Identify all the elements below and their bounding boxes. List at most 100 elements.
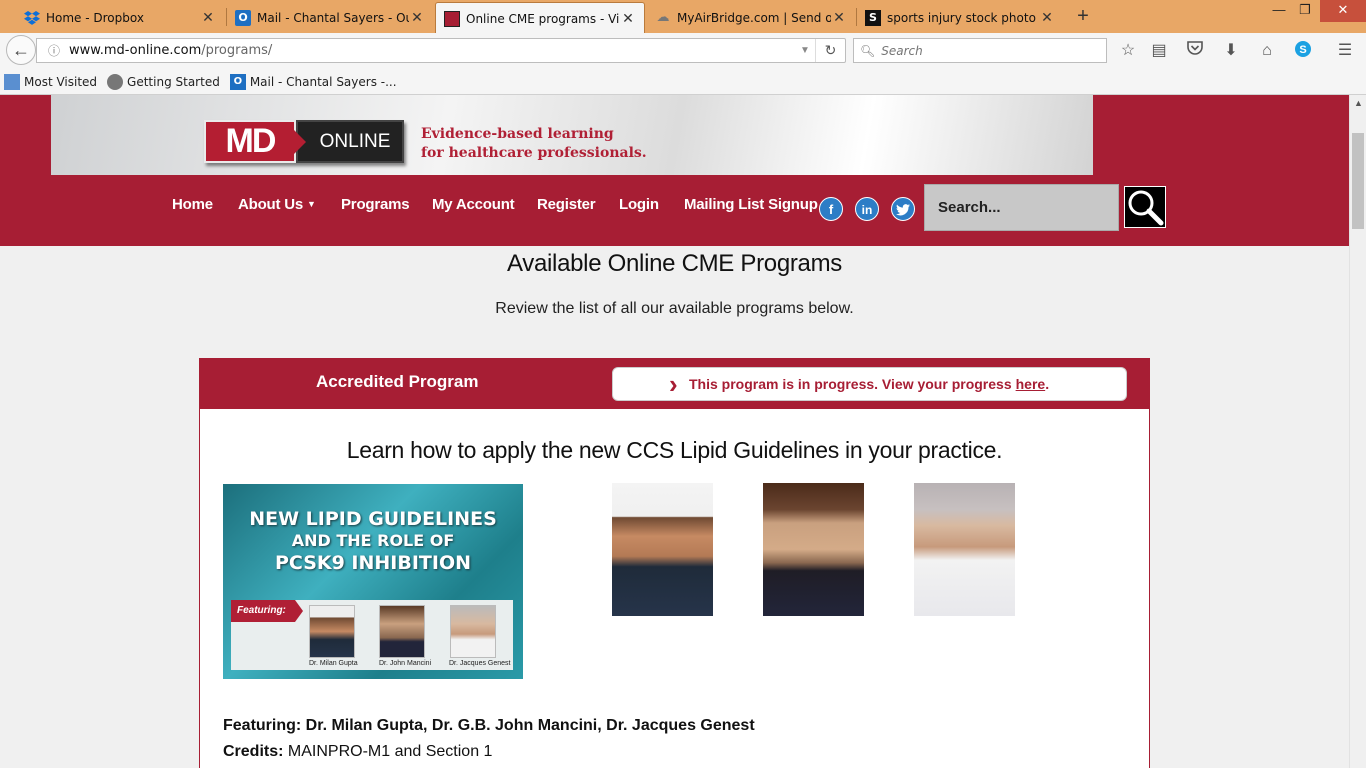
pocket-icon[interactable]: [1184, 40, 1206, 62]
skype-icon[interactable]: S: [1292, 40, 1314, 62]
credits-label: Credits:: [223, 743, 284, 760]
bookmark-label: Getting Started: [127, 74, 220, 89]
logo-md: MD: [204, 120, 306, 163]
airbridge-icon: ☁: [656, 10, 670, 25]
tab-dropbox[interactable]: Home - Dropbox ✕: [16, 2, 224, 33]
close-tab-icon[interactable]: ✕: [620, 11, 636, 27]
back-arrow-icon: ←: [12, 39, 30, 60]
site-header: MD ONLINE Evidence-based learning for he…: [0, 95, 1349, 246]
firefox-globe-icon: [107, 73, 124, 90]
site-banner: MD ONLINE Evidence-based learning for he…: [51, 95, 1093, 175]
most-visited-icon: [4, 73, 20, 90]
back-button[interactable]: ←: [6, 35, 36, 65]
dropbox-icon: [24, 10, 40, 26]
site-search-button[interactable]: [1124, 186, 1166, 228]
download-icon[interactable]: ⬇: [1220, 40, 1242, 62]
browser-tab-bar: Home - Dropbox ✕ O Mail - Chantal Sayers…: [0, 0, 1366, 34]
scrollbar-thumb[interactable]: [1352, 133, 1364, 229]
program-promo-image[interactable]: NEW LIPID GUIDELINES AND THE ROLE OF PCS…: [223, 484, 523, 679]
photo-dr-john-mancini: [763, 483, 864, 616]
browser-search-input[interactable]: [881, 43, 1082, 58]
tagline-line-1: Evidence-based learning: [421, 126, 614, 142]
promo-title-line-1: NEW LIPID GUIDELINES: [249, 508, 497, 530]
nav-about-us[interactable]: About Us ▼: [238, 196, 316, 213]
menu-hamburger-icon[interactable]: ☰: [1334, 40, 1356, 62]
page-viewport: MD ONLINE Evidence-based learning for he…: [0, 95, 1349, 768]
bookmark-label: Mail - Chantal Sayers -...: [249, 74, 397, 89]
site-search-box[interactable]: [924, 184, 1119, 231]
promo-featuring-tag: Featuring:: [231, 600, 303, 622]
promo-photo-genest: [450, 605, 496, 658]
bookmark-mail[interactable]: O Mail - Chantal Sayers -...: [229, 73, 397, 90]
nav-home[interactable]: Home: [172, 196, 213, 213]
nav-login[interactable]: Login: [619, 196, 659, 213]
main-navigation: Home About Us ▼ Programs My Account Regi…: [0, 184, 1349, 234]
site-search-input[interactable]: [925, 185, 1118, 230]
page-scrollbar[interactable]: ▲: [1349, 95, 1366, 768]
featuring-text: Featuring: Dr. Milan Gupta, Dr. G.B. Joh…: [223, 717, 755, 734]
tab-myairbridge[interactable]: ☁ MyAirBridge.com | Send o... ✕: [647, 2, 855, 33]
promo-title: NEW LIPID GUIDELINES AND THE ROLE OF PCS…: [223, 508, 523, 574]
url-path: /programs/: [201, 43, 273, 58]
nav-programs[interactable]: Programs: [341, 196, 410, 213]
nav-mailing-list-signup[interactable]: Mailing List Signup: [684, 196, 818, 213]
nav-register[interactable]: Register: [537, 196, 596, 213]
promo-photo-mancini: [379, 605, 425, 658]
promo-caption-gupta: Dr. Milan Gupta: [309, 660, 358, 667]
tagline-line-2: for healthcare professionals.: [421, 145, 647, 161]
bookmark-star-icon[interactable]: ☆: [1117, 40, 1139, 62]
linkedin-icon[interactable]: in: [855, 197, 879, 221]
page-subtitle: Review the list of all our available pro…: [495, 300, 854, 317]
credits-text: Credits: MAINPRO-M1 and Section 1: [223, 743, 492, 761]
search-icon: 🔍︎: [860, 43, 876, 58]
close-tab-icon[interactable]: ✕: [200, 10, 216, 26]
facebook-icon[interactable]: f: [819, 197, 843, 221]
new-tab-button[interactable]: +: [1072, 5, 1094, 27]
md-online-icon: [444, 10, 460, 27]
close-tab-icon[interactable]: ✕: [831, 10, 847, 26]
close-tab-icon[interactable]: ✕: [1039, 10, 1055, 26]
tab-mail[interactable]: O Mail - Chantal Sayers - Ou... ✕: [227, 2, 433, 33]
bookmark-label: Most Visited: [24, 74, 98, 89]
url-text[interactable]: www.md-online.com/programs/: [69, 43, 795, 58]
browser-search-bar[interactable]: 🔍︎: [853, 38, 1107, 63]
window-close-button[interactable]: ✕: [1320, 0, 1366, 22]
bookmark-most-visited[interactable]: Most Visited: [4, 73, 98, 90]
view-progress-link[interactable]: here: [1016, 376, 1046, 392]
browser-navigation-bar: ← ⓘ www.md-online.com/programs/ ▼ ↻ 🔍︎ ☆…: [0, 33, 1366, 69]
nav-my-account[interactable]: My Account: [432, 196, 515, 213]
page-title: Available Online CME Programs: [507, 250, 842, 277]
reading-list-icon[interactable]: ▤: [1148, 40, 1170, 62]
outlook-icon: O: [235, 9, 251, 26]
history-dropdown-icon[interactable]: ▼: [795, 45, 815, 56]
scroll-up-arrow-icon[interactable]: ▲: [1350, 95, 1366, 112]
twitter-icon[interactable]: [891, 197, 915, 221]
accredited-program-label: Accredited Program: [316, 372, 479, 391]
photo-dr-jacques-genest: [914, 483, 1015, 616]
url-domain: www.md-online.com: [69, 43, 202, 58]
credits-value: MAINPRO-M1 and Section 1: [287, 743, 493, 760]
tab-title: Home - Dropbox: [46, 10, 144, 25]
reload-icon[interactable]: ↻: [815, 39, 845, 62]
close-tab-icon[interactable]: ✕: [409, 10, 425, 26]
progress-message: This program is in progress. View your p…: [689, 376, 1012, 392]
md-online-logo[interactable]: MD ONLINE: [204, 120, 404, 163]
program-card: Accredited Program › This program is in …: [199, 358, 1150, 768]
tab-online-cme-programs[interactable]: Online CME programs - Vi... ✕: [435, 2, 645, 34]
site-tagline: Evidence-based learning for healthcare p…: [421, 125, 647, 163]
tab-istock[interactable]: S sports injury stock photo ... ✕: [857, 2, 1063, 33]
address-bar[interactable]: ⓘ www.md-online.com/programs/ ▼ ↻: [36, 38, 846, 63]
chevron-right-icon: ›: [669, 369, 678, 399]
tab-title: MyAirBridge.com | Send o...: [677, 10, 831, 25]
site-info-icon[interactable]: ⓘ: [43, 42, 65, 59]
outlook-icon: O: [229, 73, 246, 90]
progress-notice: › This program is in progress. View your…: [612, 367, 1127, 401]
progress-text: This program is in progress. View your p…: [689, 376, 1045, 392]
restore-button[interactable]: ❐: [1288, 0, 1322, 22]
tab-title: sports injury stock photo ...: [887, 10, 1039, 25]
home-icon[interactable]: ⌂: [1256, 40, 1278, 62]
promo-caption-mancini: Dr. John Mancini: [379, 660, 432, 667]
logo-online: ONLINE: [296, 120, 404, 163]
bookmark-getting-started[interactable]: Getting Started: [107, 73, 220, 90]
promo-title-line-2: AND THE ROLE OF: [291, 531, 455, 550]
